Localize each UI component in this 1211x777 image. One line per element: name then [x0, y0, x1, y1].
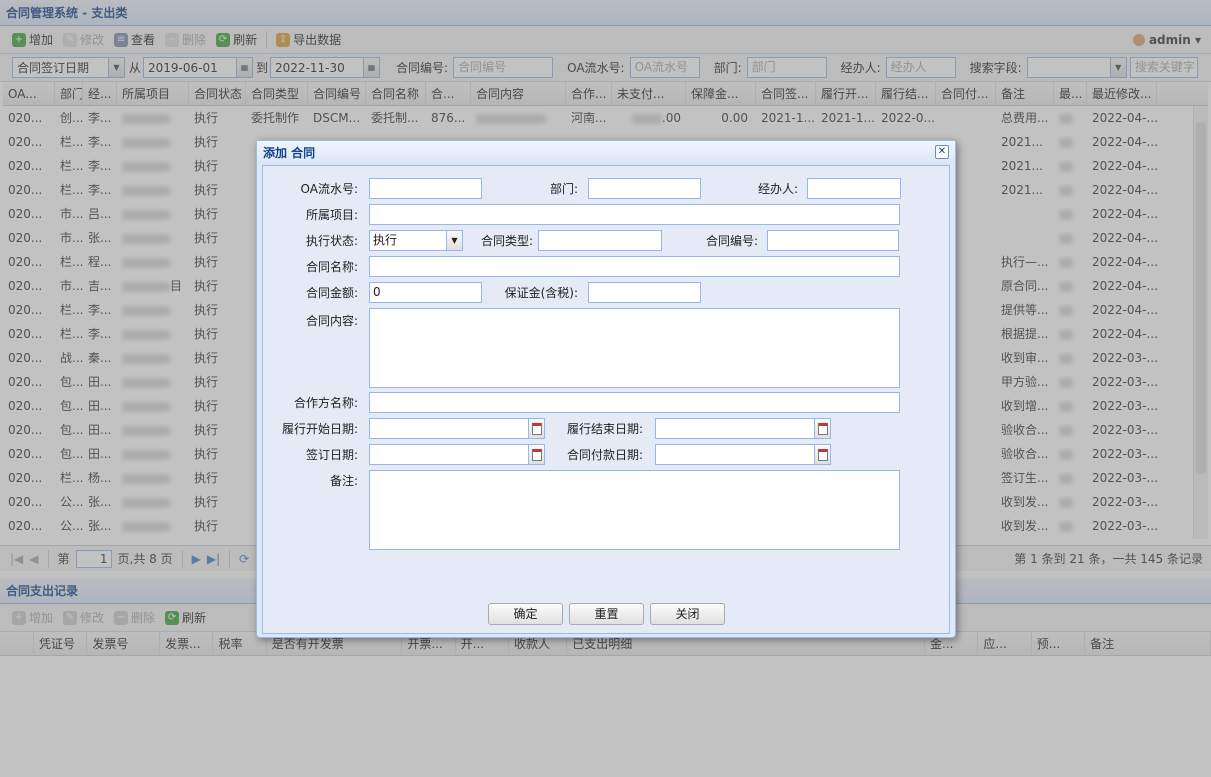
contract-no-field[interactable] [767, 230, 899, 251]
sign-date-label: 签订日期: [305, 448, 358, 462]
end-date-field[interactable] [655, 418, 831, 439]
sign-date-field[interactable] [369, 444, 545, 465]
remark-textarea[interactable] [369, 470, 900, 550]
status-value: 执行 [373, 233, 398, 247]
calendar-icon[interactable] [528, 445, 544, 464]
dialog-form: OA流水号: 部门: 经办人: 所属项目: 执行状态: 执行 ▼ 合同类型: 合同… [262, 165, 950, 634]
dialog-title: 添加 合同 [257, 141, 955, 165]
remark-field-label: 备注: [329, 474, 358, 488]
contract-name-field[interactable] [369, 256, 900, 277]
no-field-label: 合同编号: [705, 234, 758, 248]
status-select[interactable]: 执行 ▼ [369, 230, 463, 251]
name-field-label: 合同名称: [305, 260, 358, 274]
content-textarea[interactable] [369, 308, 900, 388]
pay-date-field[interactable] [655, 444, 831, 465]
handler-field-label: 经办人: [757, 182, 798, 196]
end-date-label: 履行结束日期: [566, 422, 643, 436]
chevron-down-icon[interactable]: ▼ [446, 231, 462, 250]
reset-button[interactable]: 重置 [569, 603, 644, 625]
handler-field[interactable] [807, 178, 901, 199]
dept-field-label: 部门: [549, 182, 578, 196]
project-field[interactable] [369, 204, 900, 225]
close-icon[interactable]: ✕ [935, 145, 949, 159]
partner-field[interactable] [369, 392, 900, 413]
dept-field[interactable] [588, 178, 701, 199]
deposit-field-label: 保证金(含税): [504, 286, 578, 300]
oa-field-label: OA流水号: [300, 182, 359, 196]
project-field-label: 所属项目: [305, 208, 358, 222]
close-button[interactable]: 关闭 [650, 603, 725, 625]
calendar-icon[interactable] [814, 419, 830, 438]
amount-field[interactable]: 0 [369, 282, 482, 303]
oa-field[interactable] [369, 178, 482, 199]
confirm-button[interactable]: 确定 [488, 603, 563, 625]
pay-date-label: 合同付款日期: [566, 448, 643, 462]
add-contract-dialog: 添加 合同 ✕ OA流水号: 部门: 经办人: 所属项目: 执行状态: 执行 ▼ … [256, 140, 956, 638]
calendar-icon[interactable] [528, 419, 544, 438]
content-field-label: 合同内容: [305, 314, 358, 328]
amount-field-label: 合同金额: [305, 286, 358, 300]
status-field-label: 执行状态: [305, 234, 358, 248]
deposit-field[interactable] [588, 282, 701, 303]
partner-field-label: 合作方名称: [293, 396, 358, 410]
type-field-label: 合同类型: [480, 234, 533, 248]
start-date-label: 履行开始日期: [281, 422, 358, 436]
start-date-field[interactable] [369, 418, 545, 439]
type-field[interactable] [538, 230, 662, 251]
calendar-icon[interactable] [814, 445, 830, 464]
